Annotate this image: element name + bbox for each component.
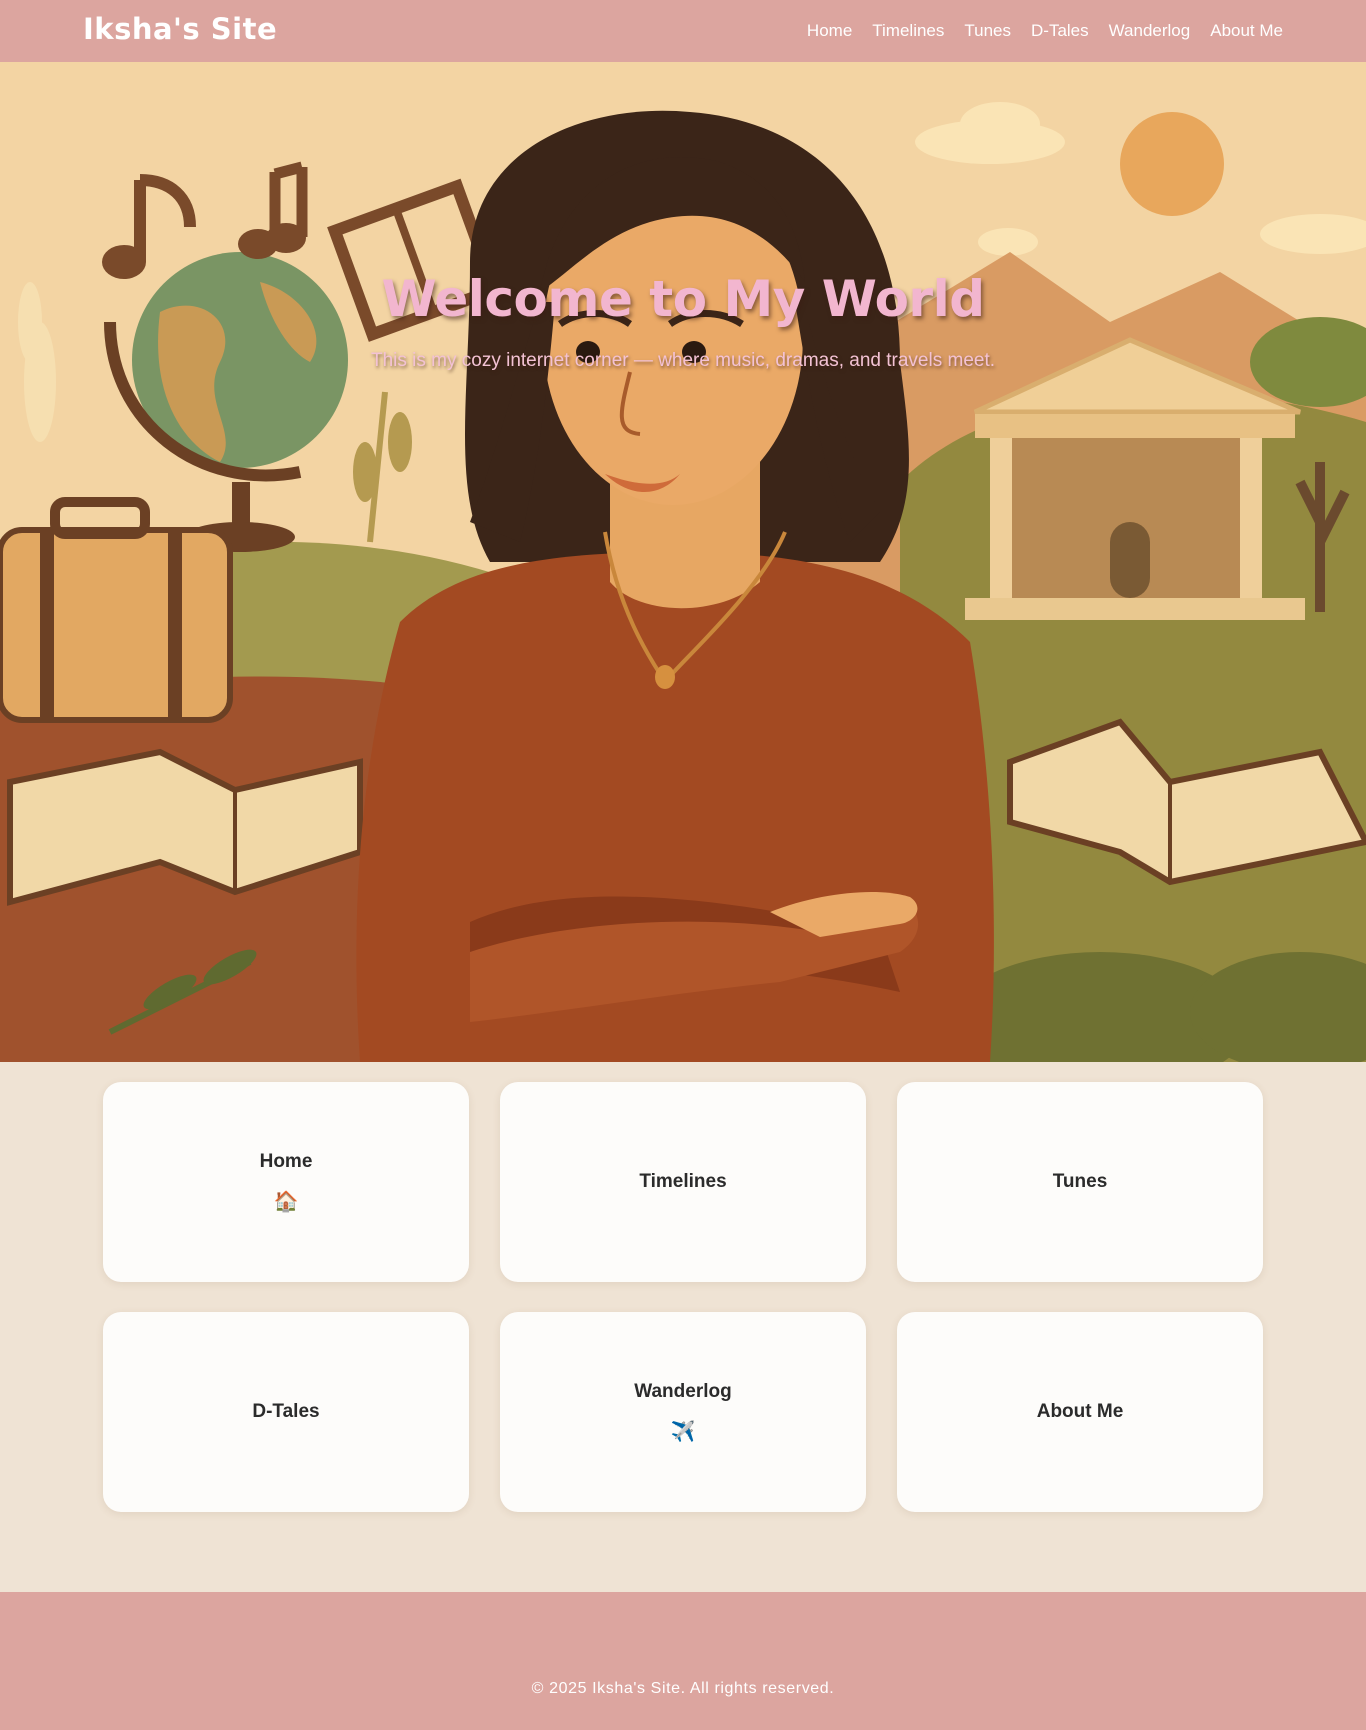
airplane-icon: ✈️	[670, 1421, 696, 1443]
card-home[interactable]: Home 🏠	[103, 1082, 469, 1282]
card-title-wanderlog: Wanderlog	[634, 1381, 732, 1402]
main-nav: Home Timelines Tunes D-Tales Wanderlog A…	[807, 0, 1283, 62]
nav-home[interactable]: Home	[807, 21, 852, 41]
hero-banner: Welcome to My World This is my cozy inte…	[0, 62, 1366, 1062]
card-title-d-tales: D-Tales	[252, 1401, 320, 1422]
card-wanderlog[interactable]: Wanderlog ✈️	[500, 1312, 866, 1512]
nav-tunes[interactable]: Tunes	[964, 21, 1011, 41]
card-title-home: Home	[259, 1151, 313, 1172]
nav-timelines[interactable]: Timelines	[872, 21, 944, 41]
house-icon: 🏠	[273, 1191, 299, 1213]
hero-subtitle: This is my cozy internet corner — where …	[370, 350, 996, 371]
card-tunes[interactable]: Tunes	[897, 1082, 1263, 1282]
card-title-about-me: About Me	[1036, 1401, 1124, 1422]
footer-copyright: © 2025 Iksha's Site. All rights reserved…	[531, 1680, 835, 1697]
card-about-me[interactable]: About Me	[897, 1312, 1263, 1512]
card-timelines[interactable]: Timelines	[500, 1082, 866, 1282]
nav-about-me[interactable]: About Me	[1210, 21, 1283, 41]
hero-title: Welcome to My World	[381, 270, 985, 328]
card-title-tunes: Tunes	[1052, 1171, 1108, 1192]
card-d-tales[interactable]: D-Tales	[103, 1312, 469, 1512]
nav-wanderlog[interactable]: Wanderlog	[1109, 21, 1191, 41]
site-footer: © 2025 Iksha's Site. All rights reserved…	[0, 1592, 1366, 1730]
site-brand[interactable]: Iksha's Site	[83, 12, 277, 46]
hero-illustration	[0, 62, 1366, 1062]
site-header: Iksha's Site Home Timelines Tunes D-Tale…	[0, 0, 1366, 62]
card-title-timelines: Timelines	[639, 1171, 727, 1192]
nav-d-tales[interactable]: D-Tales	[1031, 21, 1089, 41]
section-cards-grid: Home 🏠 Timelines Tunes D-Tales Wanderlog…	[103, 1082, 1263, 1512]
